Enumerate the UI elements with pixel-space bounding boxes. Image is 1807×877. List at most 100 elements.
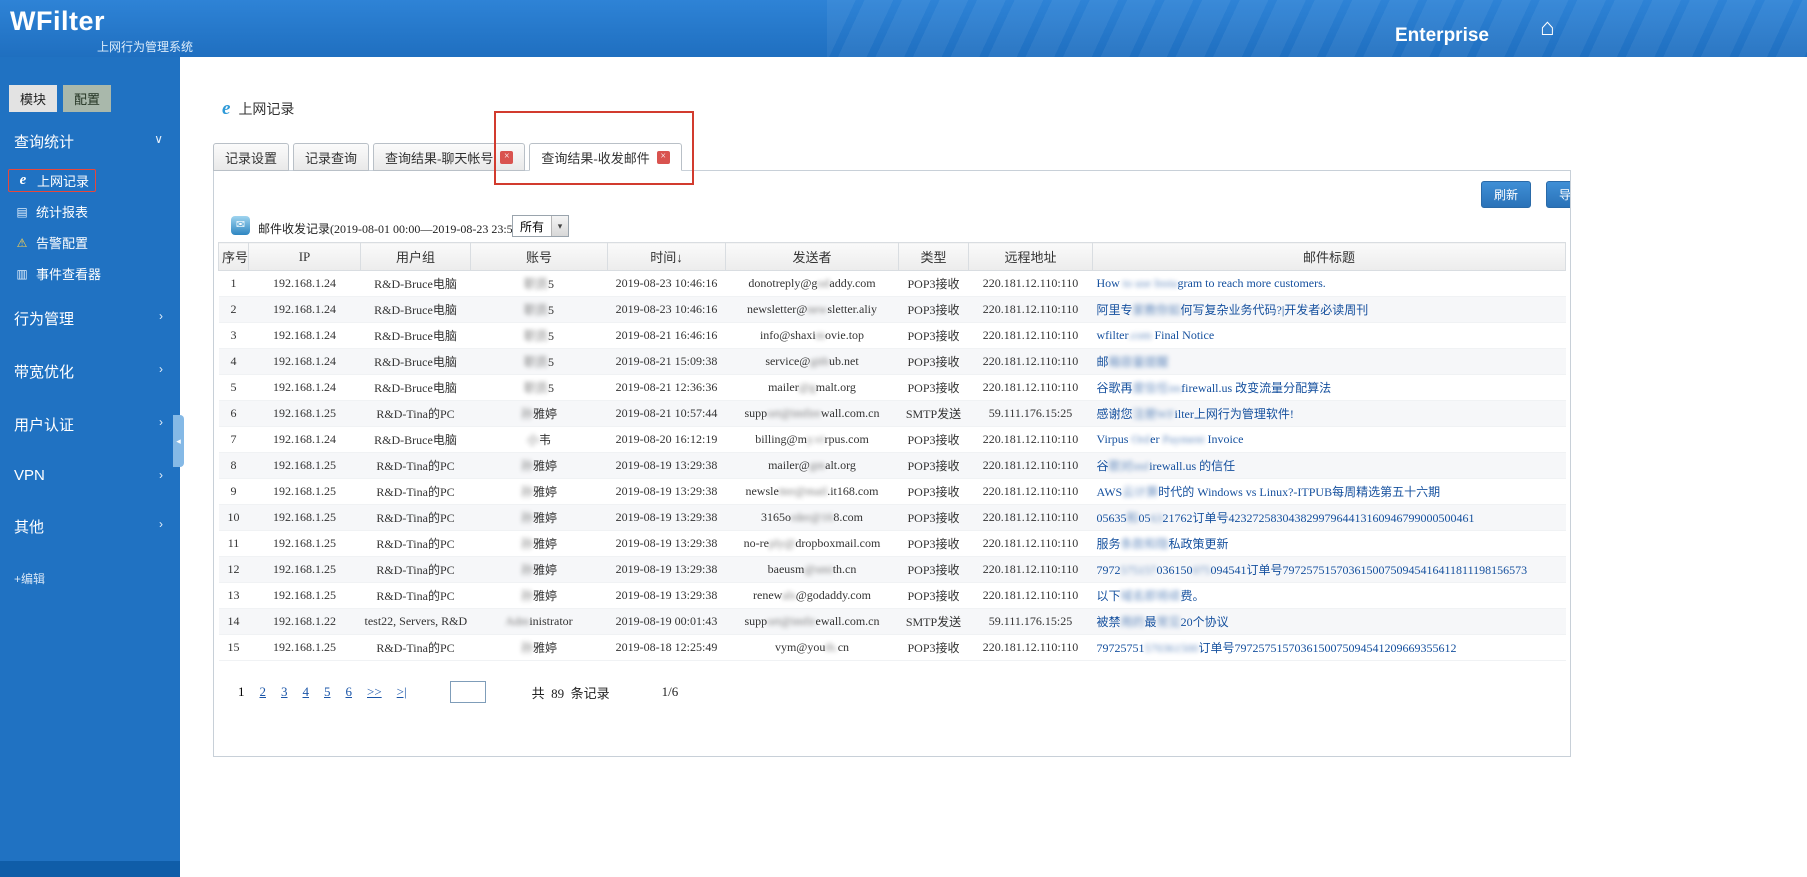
cell-subject: 谷歌对imfirewall.us 的信任 bbox=[1092, 452, 1566, 479]
page-link[interactable]: 3 bbox=[281, 684, 288, 700]
cell-account: 小韦 bbox=[470, 426, 608, 453]
column-header[interactable]: 邮件标题 bbox=[1092, 242, 1566, 271]
page-link[interactable]: 4 bbox=[303, 684, 310, 700]
cell-subject: 7972575157036150075094541订单号797257515703… bbox=[1092, 556, 1566, 583]
tab-record-settings[interactable]: 记录设置 bbox=[213, 143, 290, 171]
cell-account: 孙雅婷 bbox=[470, 582, 608, 609]
sidebar-section-bandwidth-opt[interactable]: 带宽优化 › bbox=[0, 348, 180, 395]
sidebar-section-vpn[interactable]: VPN › bbox=[0, 454, 180, 497]
table-row: 6 192.168.1.25 R&D-Tina的PC 孙雅婷 2019-08-21 10… bbox=[218, 400, 1566, 427]
annotation-box-sidebar: e 上网记录 bbox=[8, 169, 97, 192]
cell-sender: renewals@godaddy.com bbox=[725, 582, 899, 609]
export-button[interactable]: 导出 bbox=[1546, 181, 1570, 208]
cell-subject: 谷歌再度信任imfirewall.us 改变流量分配算法 bbox=[1092, 374, 1566, 401]
home-icon[interactable]: ⌂ bbox=[1540, 14, 1555, 42]
mail-subject-link[interactable]: 7972575157036150075094541订单号797257515703… bbox=[1097, 563, 1528, 577]
mail-subject-link[interactable]: 以下域名即将续费。 bbox=[1097, 589, 1205, 603]
cell-time: 2019-08-18 12:25:49 bbox=[607, 634, 726, 661]
mail-subject-link[interactable]: 被禁用的最常见20个协议 bbox=[1097, 615, 1229, 629]
sidebar-section-query-stats[interactable]: 查询统计 ∨ bbox=[0, 118, 180, 165]
mail-subject-link[interactable]: wfilter.com Final Notice bbox=[1097, 328, 1215, 342]
tab-record-query[interactable]: 记录查询 bbox=[293, 143, 370, 171]
page-link[interactable]: >| bbox=[397, 684, 407, 700]
cell-ip: 192.168.1.24 bbox=[248, 348, 361, 375]
cell-no: 3 bbox=[218, 322, 249, 349]
sidebar-item-event-viewer[interactable]: ▥ 事件查看器 bbox=[0, 258, 180, 289]
app-subtitle: 上网行为管理系统 bbox=[97, 40, 194, 54]
cell-subject: 被禁用的最常见20个协议 bbox=[1092, 608, 1566, 635]
mail-subject-link[interactable]: 05635和056321762订单号4232725830438299796441… bbox=[1097, 511, 1475, 525]
refresh-button[interactable]: 刷新 bbox=[1481, 181, 1532, 208]
sidebar-item-internet-records[interactable]: e 上网记录 bbox=[0, 165, 180, 196]
cell-group: R&D-Tina的PC bbox=[360, 582, 471, 609]
redacted-text: 孙 bbox=[520, 589, 533, 603]
page-link[interactable]: 5 bbox=[324, 684, 331, 700]
filter-dropdown[interactable]: 所有 ▾ bbox=[512, 215, 570, 237]
sidebar-tab-modules[interactable]: 模块 bbox=[9, 85, 58, 112]
mail-subject-link[interactable]: Virpus Order Payment Invoice bbox=[1097, 432, 1244, 446]
redacted-text: 孙 bbox=[520, 485, 533, 499]
mail-subject-link[interactable]: 感谢您注册WFilter上网行为管理软件! bbox=[1097, 407, 1294, 421]
redacted-text: 条款和隐 bbox=[1120, 537, 1169, 551]
column-header[interactable]: 用户组 bbox=[360, 242, 471, 271]
section-label: 其他 bbox=[14, 519, 45, 536]
column-header[interactable]: IP bbox=[248, 242, 361, 271]
redacted-text: y.vi bbox=[806, 432, 825, 446]
redacted-text: gm bbox=[809, 458, 826, 472]
cell-no: 4 bbox=[218, 348, 249, 375]
mail-subject-link[interactable]: 79725751570361500订单号79725751570361500750… bbox=[1097, 641, 1457, 655]
page-link[interactable]: >> bbox=[367, 684, 382, 700]
close-tab-icon[interactable]: × bbox=[500, 150, 514, 164]
mail-subject-link[interactable]: 邮箱容量提醒 bbox=[1097, 355, 1169, 369]
column-header[interactable]: 远程地址 bbox=[968, 242, 1093, 271]
page-link[interactable]: 6 bbox=[346, 684, 353, 700]
sidebar-edit-link[interactable]: +编辑 bbox=[0, 550, 180, 607]
sidebar-item-stat-reports[interactable]: ▤ 统计报表 bbox=[0, 196, 180, 227]
cell-ip: 192.168.1.24 bbox=[248, 426, 361, 453]
mail-subject-link[interactable]: 谷歌再度信任imfirewall.us 改变流量分配算法 bbox=[1097, 381, 1332, 395]
cell-group: R&D-Tina的PC bbox=[360, 478, 471, 505]
filter-dropdown-value: 所有 bbox=[520, 220, 545, 234]
redacted-text: 孙 bbox=[520, 407, 533, 421]
column-header[interactable]: 序号 bbox=[218, 242, 249, 271]
column-header[interactable]: 时间↓ bbox=[607, 242, 726, 271]
column-header[interactable]: 账号 bbox=[470, 242, 608, 271]
cell-type: POP3接收 bbox=[898, 322, 969, 349]
cell-ip: 192.168.1.24 bbox=[248, 270, 361, 297]
cell-time: 2019-08-19 13:29:38 bbox=[607, 452, 726, 479]
sidebar-item-alert-config[interactable]: ⚠ 告警配置 bbox=[0, 227, 180, 258]
mail-subject-link[interactable]: How to use Instagram to reach more custo… bbox=[1097, 276, 1326, 290]
redacted-text: to use Insta bbox=[1122, 276, 1178, 290]
mail-subject-link[interactable]: 谷歌对imfirewall.us 的信任 bbox=[1097, 459, 1236, 473]
cell-account: 职员5 bbox=[470, 322, 608, 349]
tab-result-chat-accounts[interactable]: 查询结果-聊天帐号 × bbox=[373, 143, 526, 171]
page-link[interactable]: 2 bbox=[260, 684, 267, 700]
mail-subject-link[interactable]: 服务条款和隐私政策更新 bbox=[1097, 537, 1229, 551]
cell-time: 2019-08-23 10:46:16 bbox=[607, 270, 726, 297]
redacted-text: 家教你如 bbox=[1132, 303, 1181, 317]
sidebar-collapse-handle[interactable]: ◂ bbox=[173, 415, 184, 467]
column-header[interactable]: 类型 bbox=[898, 242, 969, 271]
cell-time: 2019-08-19 00:01:43 bbox=[607, 608, 726, 635]
page-jump-input[interactable] bbox=[449, 681, 486, 703]
sidebar-section-user-auth[interactable]: 用户认证 › bbox=[0, 401, 180, 448]
cell-subject: wfilter.com Final Notice bbox=[1092, 322, 1566, 349]
redacted-text: @g bbox=[798, 380, 816, 394]
table-row: 13 192.168.1.25 R&D-Tina的PC 孙雅婷 2019-08-19 1… bbox=[218, 582, 1566, 609]
table-row: 10 192.168.1.25 R&D-Tina的PC 孙雅婷 2019-08-19 1… bbox=[218, 504, 1566, 531]
mail-subject-link[interactable]: 阿里专家教你如何写复杂业务代码?|开发者必读周刊 bbox=[1097, 303, 1369, 317]
sidebar-tab-config[interactable]: 配置 bbox=[63, 85, 112, 112]
sidebar-section-others[interactable]: 其他 › bbox=[0, 503, 180, 550]
cell-type: POP3接收 bbox=[898, 504, 969, 531]
cell-type: POP3接收 bbox=[898, 530, 969, 557]
sidebar-section-behavior-mgmt[interactable]: 行为管理 › bbox=[0, 295, 180, 342]
redacted-text: 职员 bbox=[523, 303, 548, 317]
cell-remote: 220.181.12.110:110 bbox=[968, 374, 1093, 401]
close-tab-icon[interactable]: × bbox=[656, 150, 670, 164]
page-title: 上网记录 bbox=[238, 103, 295, 118]
cell-group: R&D-Bruce电脑 bbox=[360, 322, 471, 349]
redacted-text: 孙 bbox=[520, 563, 533, 577]
column-header[interactable]: 发送者 bbox=[725, 242, 899, 271]
mail-subject-link[interactable]: AWS云计算时代的 Windows vs Linux?-ITPUB每周精选第五十… bbox=[1097, 485, 1441, 499]
tab-result-mail[interactable]: 查询结果-收发邮件 × bbox=[529, 143, 682, 171]
